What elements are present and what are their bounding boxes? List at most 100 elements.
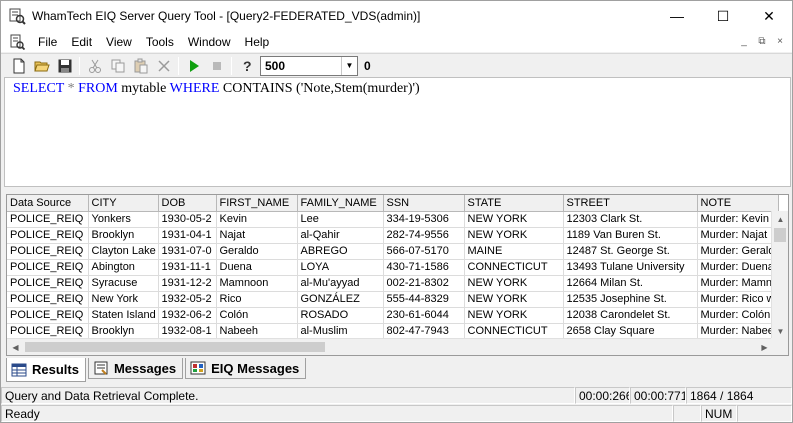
table-cell[interactable]: POLICE_REIQ — [7, 243, 89, 260]
horizontal-scrollbar[interactable]: ◀ ▶ — [7, 338, 773, 355]
table-cell[interactable]: 1932-05-2 — [158, 291, 217, 308]
table-cell[interactable]: al-Mu'ayyad — [297, 275, 384, 292]
table-cell[interactable]: POLICE_REIQ — [7, 227, 89, 244]
table-cell[interactable]: 2658 Clay Square — [563, 323, 698, 340]
table-cell[interactable]: POLICE_REIQ — [7, 307, 89, 324]
table-cell[interactable]: 566-07-5170 — [383, 243, 465, 260]
table-cell[interactable]: Najat — [216, 227, 298, 244]
table-cell[interactable]: NEW YORK — [464, 211, 564, 228]
table-cell[interactable]: MAINE — [464, 243, 564, 260]
table-cell[interactable]: NEW YORK — [464, 291, 564, 308]
table-cell[interactable]: 12038 Carondelet St. — [563, 307, 698, 324]
stop-button[interactable] — [205, 55, 228, 77]
menu-tools[interactable]: Tools — [139, 35, 181, 49]
table-cell[interactable]: 12535 Josephine St. — [563, 291, 698, 308]
table-cell[interactable]: al-Muslim — [297, 323, 384, 340]
maximize-button[interactable]: ☐ — [700, 1, 746, 31]
table-cell[interactable]: 430-71-1586 — [383, 259, 465, 276]
table-cell[interactable]: 1931-04-1 — [158, 227, 217, 244]
table-cell[interactable]: 555-44-8329 — [383, 291, 465, 308]
table-row[interactable]: POLICE_REIQ Staten Island 1932-06-2 Colón RO… — [7, 307, 780, 324]
run-button[interactable] — [182, 55, 205, 77]
table-cell[interactable]: POLICE_REIQ — [7, 323, 89, 340]
table-cell[interactable]: POLICE_REIQ — [7, 211, 89, 228]
table-cell[interactable]: 1930-05-2 — [158, 211, 217, 228]
table-cell[interactable]: 1931-07-0 — [158, 243, 217, 260]
table-cell[interactable]: Murder: Nabee — [697, 323, 780, 340]
mdi-restore-button[interactable]: ⧉ — [754, 35, 770, 49]
table-cell[interactable]: Rico — [216, 291, 298, 308]
minimize-button[interactable]: — — [654, 1, 700, 31]
tab-eiq-messages[interactable]: EIQ Messages — [185, 358, 307, 379]
table-row[interactable]: POLICE_REIQ New York 1932-05-2 Rico GONZÁLEZ… — [7, 291, 780, 308]
table-cell[interactable]: Geraldo — [216, 243, 298, 260]
table-cell[interactable]: 1931-11-1 — [158, 259, 217, 276]
tab-results[interactable]: Results — [6, 358, 86, 382]
menu-view[interactable]: View — [99, 35, 139, 49]
table-row[interactable]: POLICE_REIQ Brooklyn 1931-04-1 Najat al-Qahi… — [7, 227, 780, 244]
table-cell[interactable]: Brooklyn — [88, 323, 159, 340]
table-cell[interactable]: Murder: Kevin — [697, 211, 780, 228]
copy-button[interactable] — [106, 55, 129, 77]
new-button[interactable] — [7, 55, 30, 77]
table-cell[interactable]: 1931-12-2 — [158, 275, 217, 292]
table-cell[interactable]: 12664 Milan St. — [563, 275, 698, 292]
table-cell[interactable]: Lee — [297, 211, 384, 228]
table-cell[interactable]: Murder: Mamno — [697, 275, 780, 292]
column-header[interactable]: DOB — [158, 195, 217, 212]
table-cell[interactable]: Murder: Najat — [697, 227, 780, 244]
table-row[interactable]: POLICE_REIQ Syracuse 1931-12-2 Mamnoon al-Mu… — [7, 275, 780, 292]
table-cell[interactable]: Yonkers — [88, 211, 159, 228]
sql-editor[interactable]: SELECT * FROM mytable WHERE CONTAINS ('N… — [4, 77, 791, 187]
table-cell[interactable]: 230-61-6044 — [383, 307, 465, 324]
open-button[interactable] — [30, 55, 53, 77]
tab-messages[interactable]: Messages — [87, 358, 184, 379]
table-cell[interactable]: POLICE_REIQ — [7, 259, 89, 276]
cut-button[interactable] — [83, 55, 106, 77]
table-cell[interactable]: ABREGO — [297, 243, 384, 260]
table-cell[interactable]: Murder: Rico w — [697, 291, 780, 308]
column-header[interactable]: Data Source — [7, 195, 89, 212]
table-cell[interactable]: 802-47-7943 — [383, 323, 465, 340]
scroll-up-icon[interactable]: ▲ — [772, 211, 788, 228]
table-cell[interactable]: Murder: Gerald — [697, 243, 780, 260]
scroll-left-icon[interactable]: ◀ — [7, 339, 24, 355]
document-icon[interactable] — [9, 34, 25, 50]
table-cell[interactable]: 1189 Van Buren St. — [563, 227, 698, 244]
table-cell[interactable]: 12487 St. George St. — [563, 243, 698, 260]
save-button[interactable] — [53, 55, 76, 77]
vertical-scrollbar[interactable]: ▲ ▼ — [771, 211, 788, 340]
table-row[interactable]: POLICE_REIQ Abington 1931-11-1 Duena LOYA 430… — [7, 259, 780, 276]
table-cell[interactable]: 282-74-9556 — [383, 227, 465, 244]
horizontal-scroll-thumb[interactable] — [25, 342, 325, 352]
table-cell[interactable]: NEW YORK — [464, 275, 564, 292]
table-row[interactable]: POLICE_REIQ Brooklyn 1932-08-1 Nabeeh al-Mus… — [7, 323, 780, 340]
table-cell[interactable]: NEW YORK — [464, 307, 564, 324]
table-cell[interactable]: LOYA — [297, 259, 384, 276]
table-cell[interactable]: Murder: Duena — [697, 259, 780, 276]
table-cell[interactable]: Colón — [216, 307, 298, 324]
table-cell[interactable]: Brooklyn — [88, 227, 159, 244]
table-cell[interactable]: Duena — [216, 259, 298, 276]
column-header[interactable]: NOTE — [697, 195, 780, 212]
menu-edit[interactable]: Edit — [64, 35, 99, 49]
column-header[interactable]: SSN — [383, 195, 465, 212]
table-cell[interactable]: Syracuse — [88, 275, 159, 292]
table-cell[interactable]: GONZÁLEZ — [297, 291, 384, 308]
table-row[interactable]: POLICE_REIQ Clayton Lake 1931-07-0 Geraldo A… — [7, 243, 780, 260]
table-cell[interactable]: Murder: Colón — [697, 307, 780, 324]
table-cell[interactable]: NEW YORK — [464, 227, 564, 244]
mdi-close-button[interactable]: × — [772, 35, 788, 49]
table-cell[interactable]: 13493 Tulane University — [563, 259, 698, 276]
table-cell[interactable]: POLICE_REIQ — [7, 291, 89, 308]
table-cell[interactable]: 334-19-5306 — [383, 211, 465, 228]
table-cell[interactable]: 002-21-8302 — [383, 275, 465, 292]
table-cell[interactable]: Abington — [88, 259, 159, 276]
mdi-minimize-button[interactable]: _ — [736, 35, 752, 49]
vertical-scroll-thumb[interactable] — [774, 228, 786, 242]
table-cell[interactable]: Kevin — [216, 211, 298, 228]
table-cell[interactable]: Staten Island — [88, 307, 159, 324]
delete-button[interactable] — [152, 55, 175, 77]
table-cell[interactable]: ROSADO — [297, 307, 384, 324]
table-cell[interactable]: 12303 Clark St. — [563, 211, 698, 228]
